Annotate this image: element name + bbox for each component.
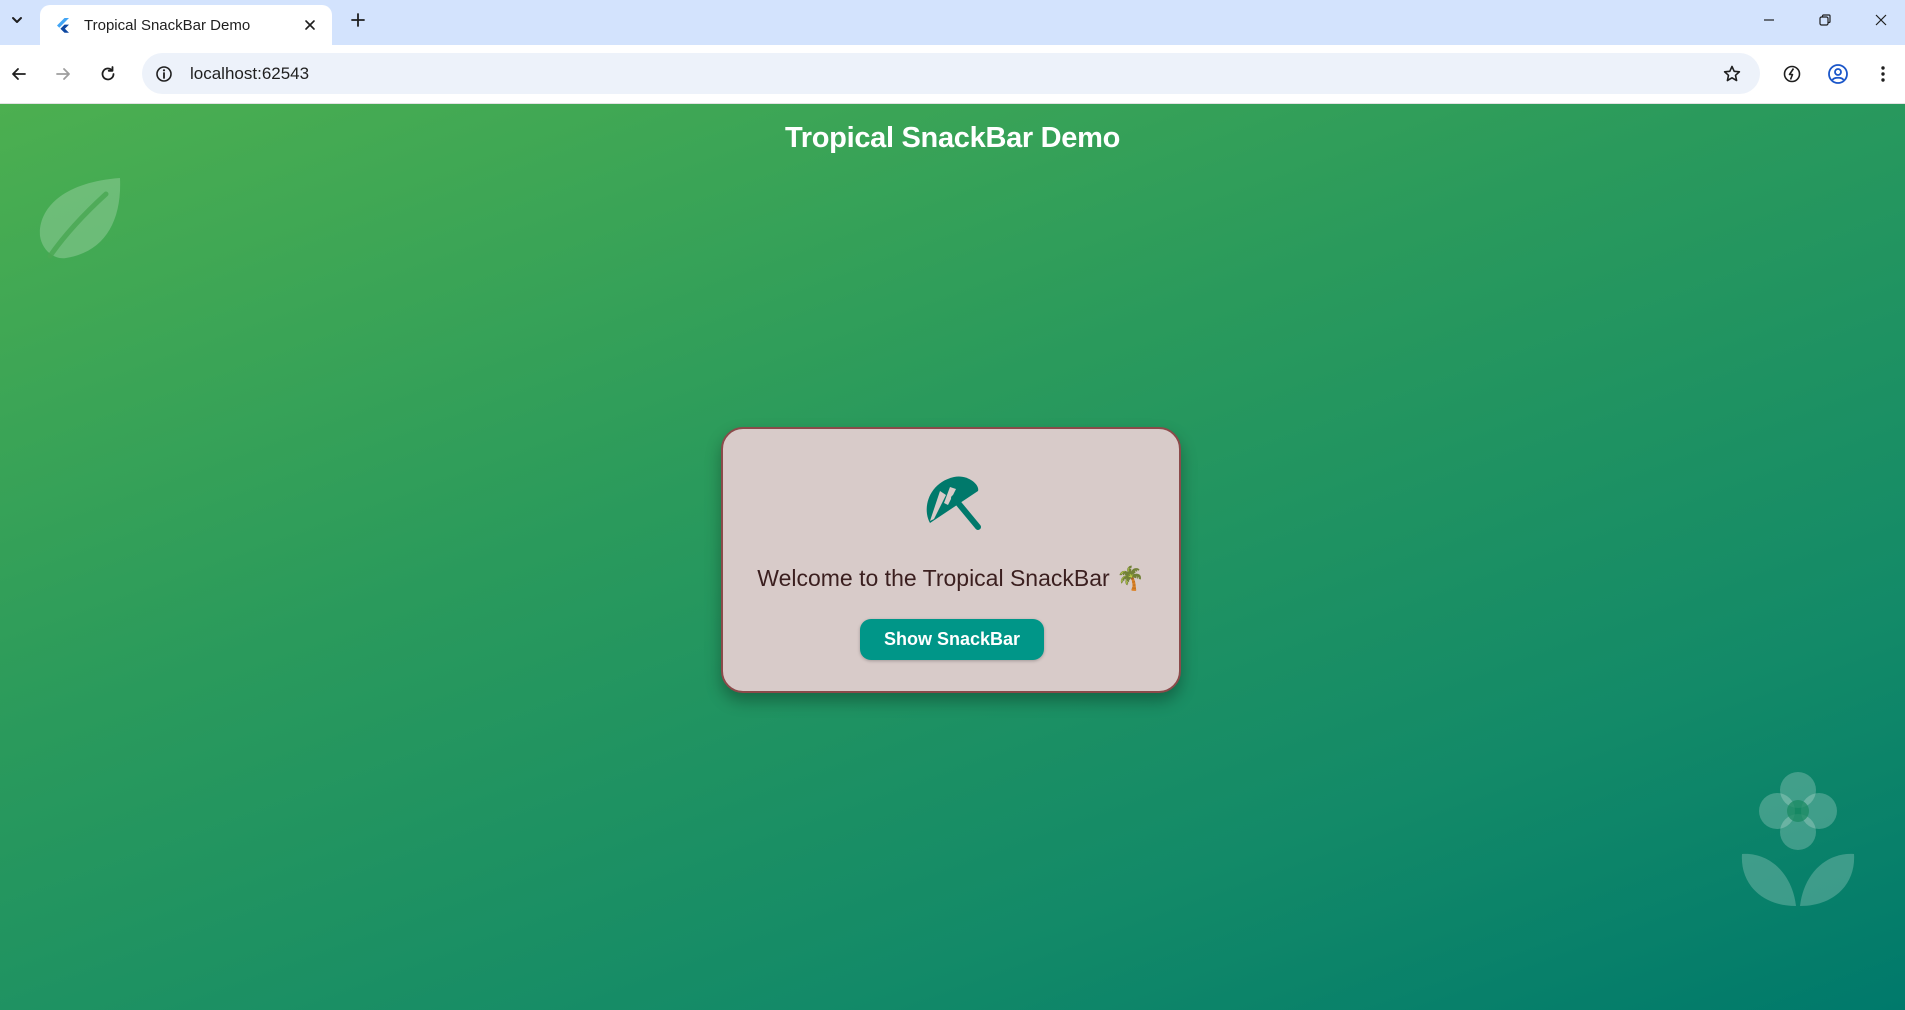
app-background: Tropical SnackBar Demo Welcome to the Tr…	[0, 104, 1905, 1010]
flower-icon	[1741, 772, 1855, 906]
tab-title: Tropical SnackBar Demo	[84, 16, 251, 34]
reload-button[interactable]	[90, 56, 126, 92]
tab-close-button[interactable]	[298, 13, 322, 37]
close-icon	[305, 20, 315, 30]
profile-button[interactable]	[1820, 56, 1856, 92]
minimize-icon	[1764, 19, 1774, 21]
browser-toolbar: localhost:62543	[0, 45, 1905, 104]
minimize-button[interactable]	[1741, 0, 1797, 40]
tab-active[interactable]: Tropical SnackBar Demo	[40, 5, 332, 45]
site-info-button[interactable]	[146, 56, 182, 92]
tab-search-button[interactable]	[4, 6, 30, 34]
browser-menu-button[interactable]	[1865, 56, 1901, 92]
arrow-left-icon	[12, 68, 26, 80]
close-window-button[interactable]	[1853, 0, 1905, 40]
welcome-card: Welcome to the Tropical SnackBar 🌴 Show …	[721, 427, 1181, 693]
plus-icon	[351, 13, 365, 27]
more-vert-icon	[1881, 66, 1885, 82]
back-button[interactable]	[1, 56, 37, 92]
flutter-icon	[54, 16, 72, 34]
new-tab-button[interactable]	[344, 6, 372, 34]
arrow-right-icon	[56, 68, 70, 80]
performance-button[interactable]	[1774, 56, 1810, 92]
show-snackbar-button[interactable]: Show SnackBar	[860, 619, 1044, 660]
info-icon	[156, 65, 172, 82]
page-title: Tropical SnackBar Demo	[784, 122, 1121, 154]
star-icon	[1723, 65, 1741, 81]
restore-button[interactable]	[1797, 0, 1853, 40]
close-icon	[1875, 14, 1887, 26]
reload-icon	[101, 66, 115, 81]
leaf-icon	[39, 178, 121, 259]
bookmark-button[interactable]	[1714, 56, 1750, 92]
welcome-text: Welcome to the Tropical SnackBar 🌴	[757, 565, 1145, 591]
profile-icon	[1828, 64, 1848, 84]
chevron-down-icon	[12, 17, 22, 23]
forward-button[interactable]	[45, 56, 81, 92]
beach-umbrella-icon	[926, 476, 981, 530]
url-text[interactable]: localhost:62543	[190, 64, 1714, 84]
restore-icon	[1819, 14, 1831, 26]
speed-icon	[1783, 65, 1801, 83]
address-bar[interactable]: localhost:62543	[142, 53, 1760, 94]
browser-tab-strip: Tropical SnackBar Demo	[0, 0, 1905, 45]
